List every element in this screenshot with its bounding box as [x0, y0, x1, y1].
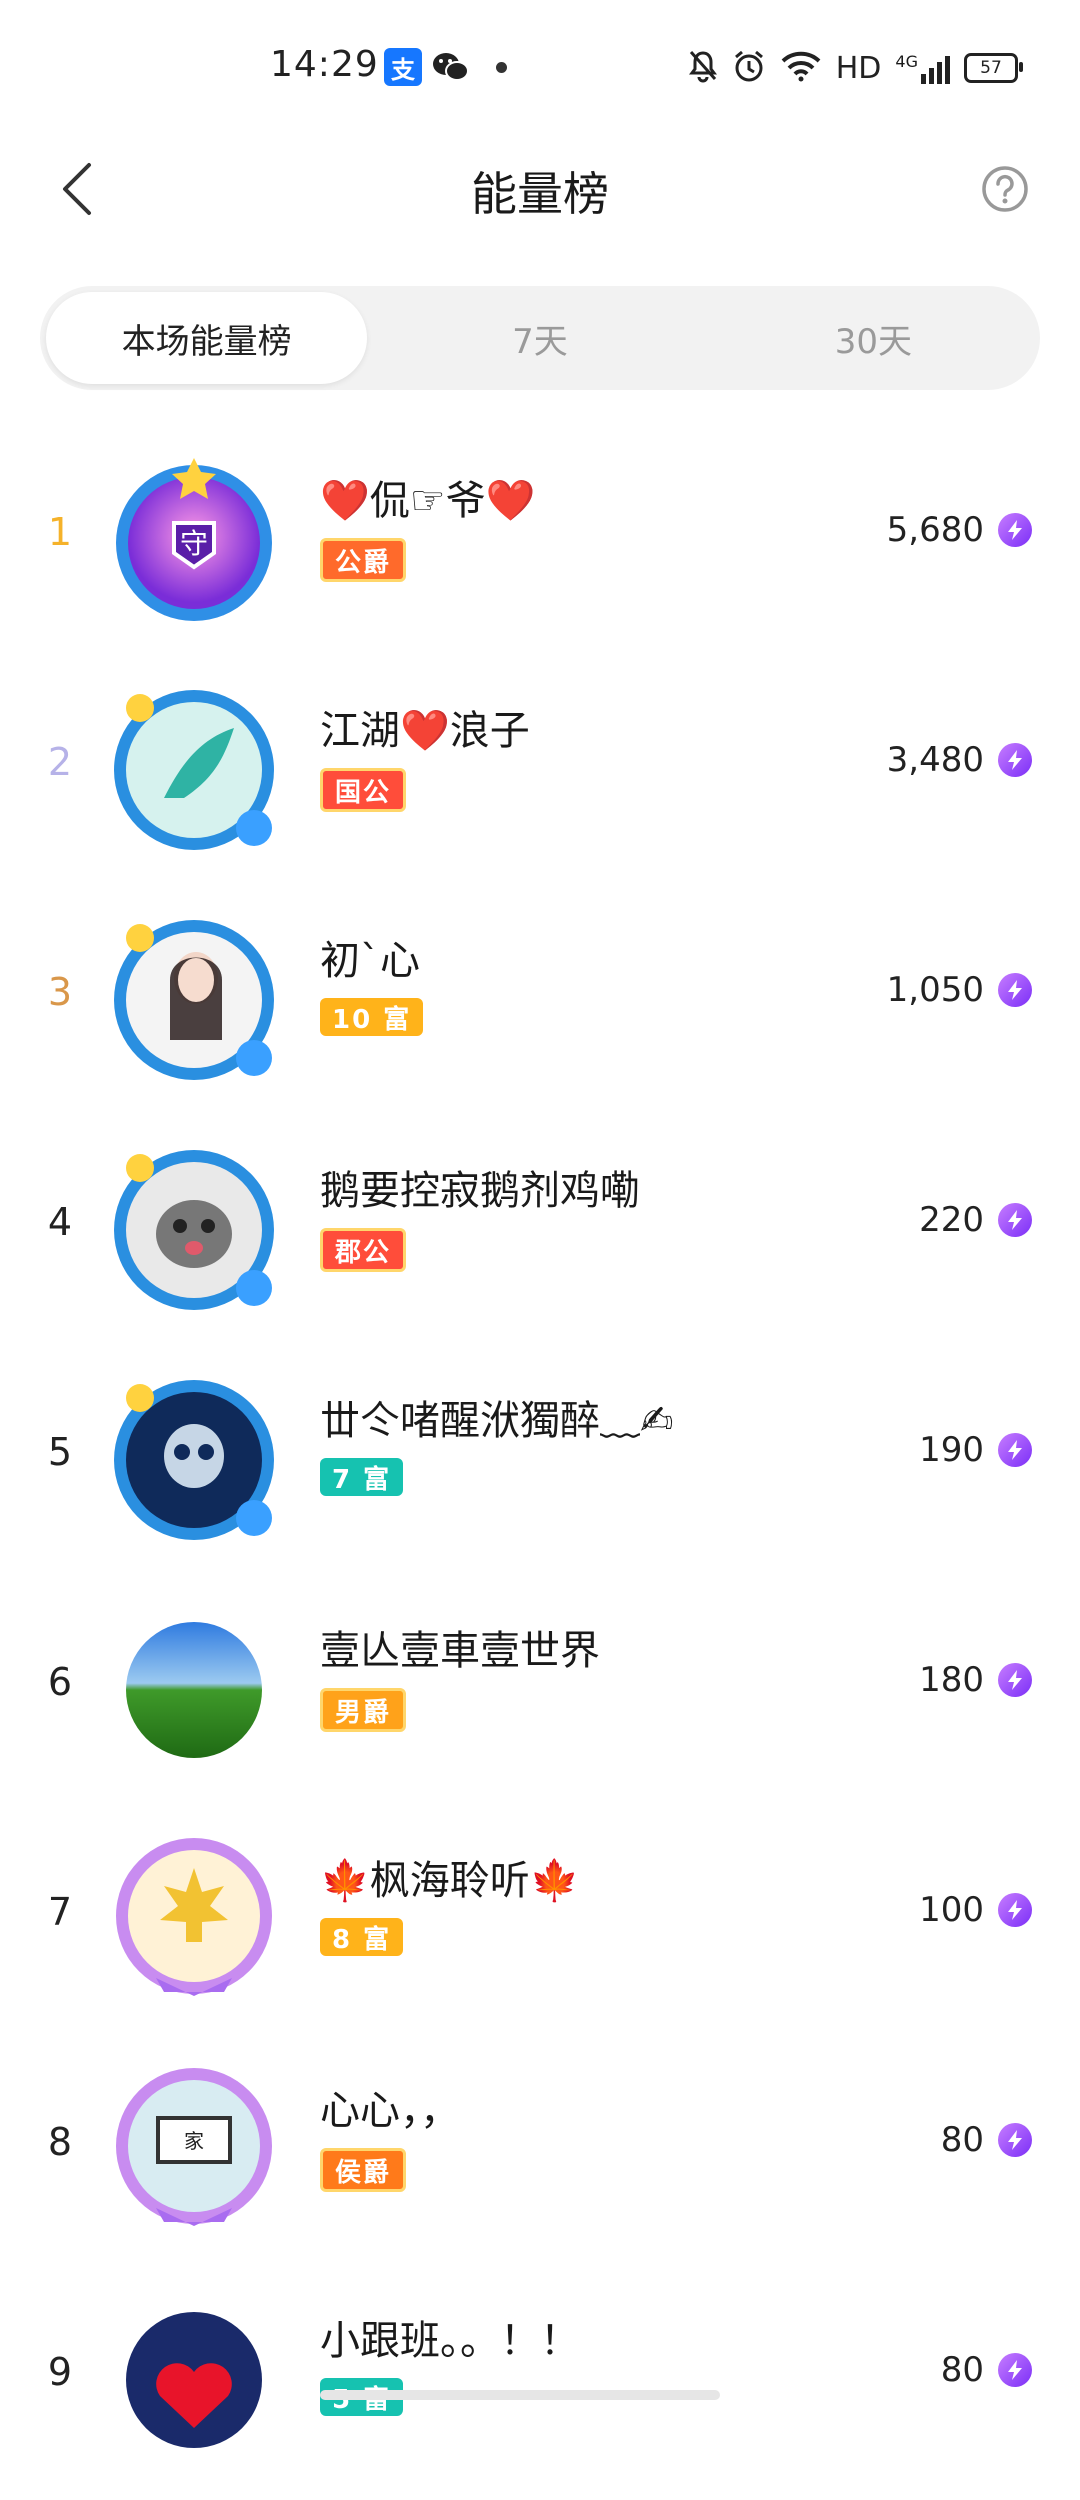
avatar[interactable] — [104, 678, 284, 858]
energy-bolt-icon — [998, 743, 1032, 777]
energy-value: 80 — [940, 2120, 984, 2160]
rank-number: 9 — [47, 2350, 73, 2394]
energy-bolt-icon — [998, 1893, 1032, 1927]
rank-number: 4 — [47, 1200, 73, 1244]
question-circle-icon — [982, 166, 1028, 212]
energy-score: 220 — [919, 1200, 1032, 1240]
rank-number: 3 — [47, 970, 73, 1014]
energy-bolt-icon — [998, 973, 1032, 1007]
energy-value: 220 — [919, 1200, 984, 1240]
signal-icon: 4G — [895, 52, 950, 84]
energy-bolt-icon — [998, 513, 1032, 547]
level-badge: 8 富 — [320, 1918, 404, 1956]
energy-value: 180 — [919, 1660, 984, 1700]
energy-score: 80 — [941, 2350, 1032, 2390]
avatar[interactable] — [104, 1828, 284, 2008]
level-badge: 7 富 — [320, 1458, 404, 1496]
user-name: 🍁枫海聆听🍁 — [320, 1858, 580, 1904]
ranking-row[interactable]: 4 鹅要控寂鹅剂鸡嘞 郡公 220 — [0, 1120, 1080, 1350]
rank-number: 2 — [47, 740, 73, 784]
energy-score: 100 — [919, 1890, 1032, 1930]
energy-score: 5,680 — [887, 510, 1032, 550]
tab-7-days[interactable]: 7天 — [379, 292, 700, 384]
user-name: ❤️侃☞爷❤️ — [320, 478, 536, 524]
energy-score: 180 — [919, 1660, 1032, 1700]
help-button[interactable] — [970, 154, 1040, 224]
page-title: 能量榜 — [471, 167, 609, 221]
user-name: 小跟班。。！！ — [320, 2318, 580, 2364]
energy-score: 3,480 — [887, 740, 1032, 780]
avatar[interactable]: 守 — [104, 448, 284, 628]
user-name: 心心，， — [320, 2088, 460, 2134]
energy-bolt-icon — [998, 2123, 1032, 2157]
avatar[interactable] — [104, 1598, 284, 1778]
top-app-bar: 能量榜 — [0, 130, 1080, 250]
level-badge: 公爵 — [320, 538, 407, 582]
avatar[interactable] — [104, 2288, 284, 2468]
alarm-icon — [732, 49, 766, 87]
user-name: 鹅要控寂鹅剂鸡嘞 — [320, 1168, 640, 1214]
signal-label: 4G — [895, 52, 918, 71]
energy-bolt-icon — [998, 1203, 1032, 1237]
network-type: HD — [835, 50, 882, 86]
mute-bell-icon — [688, 49, 718, 87]
energy-value: 190 — [919, 1430, 984, 1470]
user-name: 初`心 — [320, 938, 420, 984]
energy-value: 1,050 — [886, 970, 984, 1010]
ranking-row[interactable]: 5 丗仒啫醒洑獨醉﹏✍ 7 富 190 — [0, 1350, 1080, 1580]
ranking-list: 1 守 ❤️侃☞爷❤️ 公爵 5,680 2 江湖❤️浪子 国公 3,480 3… — [0, 430, 1080, 2500]
avatar[interactable] — [104, 1138, 284, 1318]
user-name: 壹亾壹車壹世界 — [320, 1628, 600, 1674]
rank-number: 8 — [47, 2120, 73, 2164]
svg-text:家: 家 — [184, 2129, 204, 2153]
level-badge: 10 富 — [320, 998, 424, 1036]
level-badge: 郡公 — [320, 1228, 407, 1272]
rank-number: 1 — [47, 510, 73, 554]
ranking-row[interactable]: 6 壹亾壹車壹世界 男爵 180 — [0, 1580, 1080, 1810]
period-tabs: 本场能量榜 7天 30天 — [40, 286, 1040, 390]
user-name: 江湖❤️浪子 — [320, 708, 530, 754]
energy-score: 190 — [919, 1430, 1032, 1470]
energy-value: 100 — [919, 1890, 984, 1930]
ranking-row[interactable]: 7 🍁枫海聆听🍁 8 富 100 — [0, 1810, 1080, 2040]
battery-icon: 57 — [964, 53, 1023, 83]
ranking-row[interactable]: 3 初`心 10 富 1,050 — [0, 890, 1080, 1120]
energy-bolt-icon — [998, 1663, 1032, 1697]
energy-score: 80 — [941, 2120, 1032, 2160]
rank-number: 6 — [47, 1660, 73, 1704]
level-badge: 侯爵 — [320, 2148, 407, 2192]
energy-score: 1,050 — [887, 970, 1032, 1010]
rank-number: 7 — [47, 1890, 73, 1934]
energy-bolt-icon — [998, 1433, 1032, 1467]
tab-current-session[interactable]: 本场能量榜 — [46, 292, 368, 384]
status-bar: 14:29 支 HD 4G 57 — [0, 0, 1080, 130]
avatar[interactable] — [104, 1368, 284, 1548]
ranking-row[interactable]: 9 小跟班。。！！ 5 富 80 — [0, 2270, 1080, 2500]
status-right-cluster: HD 4G 57 — [688, 46, 1023, 90]
level-badge: 男爵 — [320, 1688, 407, 1732]
ranking-row[interactable]: 2 江湖❤️浪子 国公 3,480 — [0, 660, 1080, 890]
rank-number: 5 — [47, 1430, 73, 1474]
level-badge: 国公 — [320, 768, 407, 812]
wechat-icon — [432, 48, 470, 86]
notification-dot — [496, 62, 507, 73]
wifi-icon — [780, 50, 822, 86]
ranking-row[interactable]: 1 守 ❤️侃☞爷❤️ 公爵 5,680 — [0, 430, 1080, 660]
scroll-indicator — [320, 2390, 720, 2400]
avatar[interactable]: 家 — [104, 2058, 284, 2238]
energy-value: 80 — [940, 2350, 984, 2390]
alipay-icon: 支 — [384, 48, 422, 86]
ranking-row[interactable]: 8 家 心心，， 侯爵 80 — [0, 2040, 1080, 2270]
energy-value: 5,680 — [886, 510, 984, 550]
tab-30-days[interactable]: 30天 — [713, 292, 1034, 384]
energy-value: 3,480 — [886, 740, 984, 780]
status-time: 14:29 — [270, 44, 379, 85]
energy-bolt-icon — [998, 2353, 1032, 2387]
user-name: 丗仒啫醒洑獨醉﹏✍ — [320, 1398, 674, 1444]
svg-text:守: 守 — [180, 527, 208, 560]
avatar[interactable] — [104, 908, 284, 1088]
